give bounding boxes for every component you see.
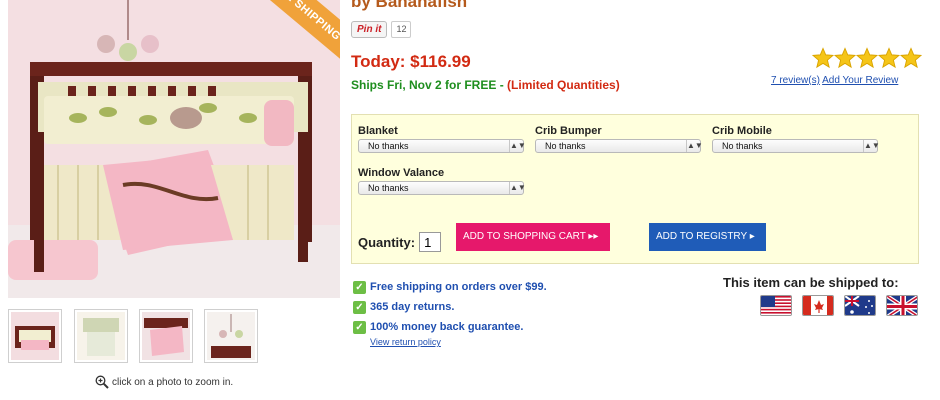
benefits-list: ✓ Free shipping on orders over $99. ✓ 36… [353, 277, 547, 337]
zoom-hint: click on a photo to zoom in. [95, 375, 233, 389]
select-value: No thanks [368, 141, 409, 151]
option-crib-mobile: Crib Mobile No thanks ▲▼ [712, 125, 880, 153]
shipping-info: Ships Fri, Nov 2 for FREE - (Limited Qua… [351, 78, 620, 92]
limited-quantities-text: (Limited Quantities) [507, 78, 620, 92]
benefit-text: 100% money back guarantee. [370, 321, 524, 333]
option-crib-bumper: Crib Bumper No thanks ▲▼ [535, 125, 703, 153]
quantity-label: Quantity: [358, 234, 416, 250]
thumbnail-valance[interactable] [74, 309, 128, 363]
star-icon [856, 47, 878, 69]
pinterest-widget: Pin it 12 [351, 21, 412, 38]
star-icon [834, 47, 856, 69]
select-arrows-icon: ▲▼ [509, 182, 526, 194]
checkmark-icon: ✓ [353, 300, 366, 314]
magnifier-plus-icon [95, 375, 109, 389]
thumbnail-blanket[interactable] [139, 309, 193, 363]
thumbnail-image [11, 312, 59, 360]
option-window-valance: Window Valance No thanks ▲▼ [358, 167, 526, 195]
select-value: No thanks [545, 141, 586, 151]
thumbnail-mobile[interactable] [204, 309, 258, 363]
select-arrows-icon: ▲▼ [509, 140, 526, 152]
select-value: No thanks [722, 141, 763, 151]
option-label: Window Valance [358, 167, 445, 179]
benefit-text: 365 day returns. [370, 301, 455, 313]
thumbnail-crib-set[interactable] [8, 309, 62, 363]
benefit-text: Free shipping on orders over $99. [370, 281, 547, 293]
pin-it-button[interactable]: Pin it [351, 21, 388, 38]
crib-bumper-select[interactable]: No thanks ▲▼ [535, 139, 703, 153]
product-main-photo[interactable]: FREE SHIPPING [8, 0, 340, 298]
quantity-control: Quantity: [358, 232, 442, 252]
star-icon [900, 47, 922, 69]
price: Today: $116.99 [351, 52, 471, 71]
shipping-flags [760, 295, 918, 316]
australia-flag-icon [844, 295, 876, 316]
add-to-cart-button[interactable]: ADD TO SHOPPING CART ▸▸ [456, 223, 610, 251]
canada-flag-icon [802, 295, 834, 316]
option-blanket: Blanket No thanks ▲▼ [358, 125, 526, 153]
reviews-count-link[interactable]: 7 review(s) [771, 75, 820, 86]
select-value: No thanks [368, 183, 409, 193]
crib-mobile-select[interactable]: No thanks ▲▼ [712, 139, 880, 153]
rating-stars [812, 47, 922, 69]
thumbnail-image [77, 312, 125, 360]
window-valance-select[interactable]: No thanks ▲▼ [358, 181, 526, 195]
pin-count: 12 [391, 21, 412, 38]
thumbnail-image [142, 312, 190, 360]
us-flag-icon [760, 295, 792, 316]
add-to-registry-button[interactable]: ADD TO REGISTRY ▸ [649, 223, 766, 251]
uk-flag-icon [886, 295, 918, 316]
ships-date-text: Ships Fri, Nov 2 for FREE - [351, 78, 508, 92]
add-review-link[interactable]: Add Your Review [822, 75, 898, 86]
brand-line[interactable]: by Bananafish [351, 0, 467, 12]
star-icon [878, 47, 900, 69]
star-icon [812, 47, 834, 69]
select-arrows-icon: ▲▼ [686, 140, 703, 152]
checkmark-icon: ✓ [353, 280, 366, 294]
select-arrows-icon: ▲▼ [863, 140, 880, 152]
ship-to-heading: This item can be shipped to: [723, 275, 899, 290]
option-label: Blanket [358, 125, 398, 137]
option-label: Crib Mobile [712, 125, 772, 137]
option-label: Crib Bumper [535, 125, 602, 137]
return-policy-link[interactable]: View return policy [370, 337, 441, 347]
benefit-item: ✓ 365 day returns. [353, 297, 547, 317]
benefit-item: ✓ 100% money back guarantee. [353, 317, 547, 337]
zoom-hint-text: click on a photo to zoom in. [112, 376, 234, 388]
checkmark-icon: ✓ [353, 320, 366, 334]
benefit-item: ✓ Free shipping on orders over $99. [353, 277, 547, 297]
blanket-select[interactable]: No thanks ▲▼ [358, 139, 526, 153]
crib-photo-illustration [8, 0, 340, 298]
options-panel: Blanket No thanks ▲▼ Crib Bumper No than… [351, 114, 919, 264]
reviews-links: 7 review(s) Add Your Review [771, 75, 898, 86]
quantity-input[interactable] [419, 232, 442, 252]
thumbnail-image [207, 312, 255, 360]
